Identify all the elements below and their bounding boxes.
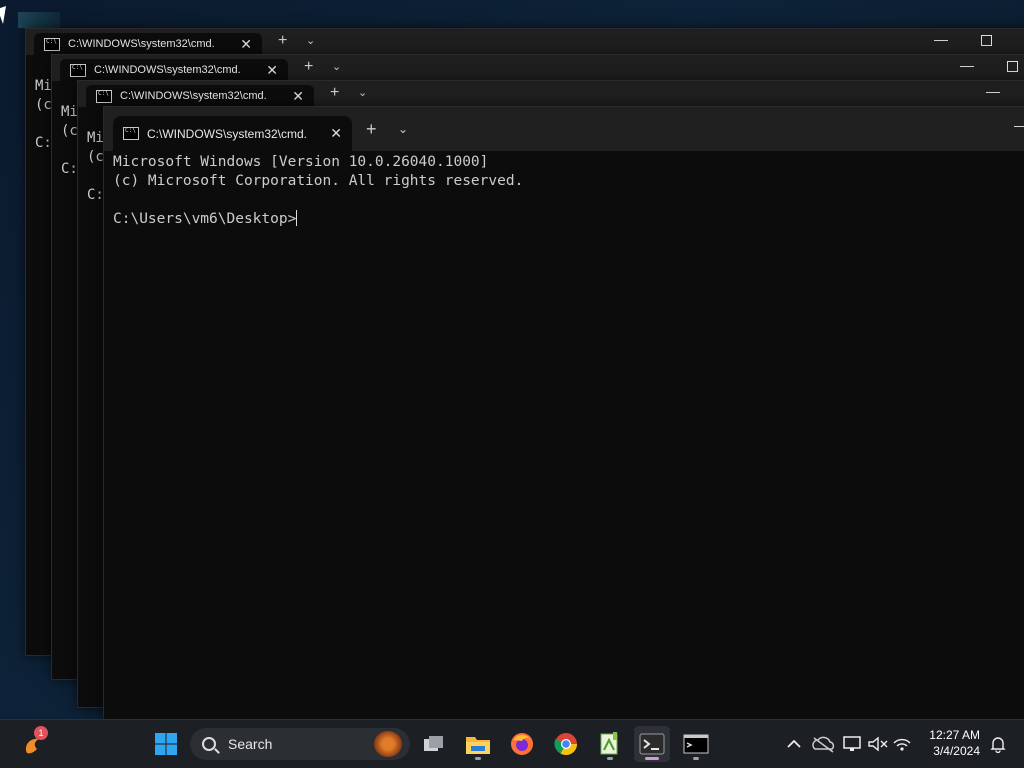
widgets-button[interactable]: 1 <box>16 726 52 762</box>
cmd-icon <box>123 127 139 140</box>
terminal-icon <box>639 733 665 755</box>
task-view-button[interactable] <box>416 726 452 762</box>
close-tab-icon[interactable]: ✕ <box>266 62 278 79</box>
clock-time: 12:27 AM <box>929 728 980 742</box>
widget-badge: 1 <box>34 726 48 740</box>
running-indicator <box>645 757 659 760</box>
new-tab-button[interactable]: + <box>278 32 287 50</box>
terminal-line-copyright: (c) Microsoft Corporation. All rights re… <box>113 173 524 189</box>
tab-title: C:\WINDOWS\system32\cmd. <box>120 90 267 102</box>
start-button[interactable] <box>148 726 184 762</box>
minimize-button[interactable]: — <box>1014 117 1024 133</box>
minimize-button[interactable]: — <box>934 31 948 47</box>
background-window-sliver <box>18 12 60 28</box>
clock-date: 3/4/2024 <box>933 744 980 758</box>
volume-muted-icon[interactable] <box>866 734 890 754</box>
dropdown-button[interactable]: ⌄ <box>398 122 408 136</box>
minimize-button[interactable]: — <box>986 83 1000 99</box>
clock[interactable]: 12:27 AM 3/4/2024 <box>929 727 980 759</box>
chrome-icon <box>554 733 577 755</box>
system-tray <box>780 720 914 768</box>
title-bar[interactable]: C:\WINDOWS\system32\cmd. ✕ + ⌄ — <box>104 107 1024 151</box>
cmd-icon <box>683 734 709 754</box>
search-box[interactable]: Search <box>190 728 410 760</box>
terminal-prompt: C:\Users\vm6\Desktop> <box>113 211 297 227</box>
desktop: C:\WINDOWS\system32\cmd. ✕ + ⌄ — Mi (c C… <box>0 0 1024 768</box>
tab-cmd[interactable]: C:\WINDOWS\system32\cmd. ✕ <box>86 85 314 107</box>
tab-title: C:\WINDOWS\system32\cmd. <box>94 64 241 76</box>
dropdown-button[interactable]: ⌄ <box>306 34 315 47</box>
terminal-window-active[interactable]: C:\WINDOWS\system32\cmd. ✕ + ⌄ — Microso… <box>103 106 1024 722</box>
terminal-line-version: Microsoft Windows [Version 10.0.26040.10… <box>113 154 489 170</box>
tab-title: C:\WINDOWS\system32\cmd. <box>68 38 215 50</box>
tab-cmd[interactable]: C:\WINDOWS\system32\cmd. ✕ <box>113 116 352 151</box>
network-icon[interactable] <box>840 734 866 754</box>
file-explorer-button[interactable] <box>460 726 496 762</box>
minimize-button[interactable]: — <box>960 57 974 73</box>
tab-cmd[interactable]: C:\WINDOWS\system32\cmd. ✕ <box>34 33 262 55</box>
running-indicator <box>607 757 613 760</box>
running-indicator <box>693 757 699 760</box>
running-indicator <box>475 757 481 760</box>
text-cursor <box>296 210 298 226</box>
start-icon <box>155 733 177 755</box>
tab-title: C:\WINDOWS\system32\cmd. <box>147 126 308 141</box>
notepad-plus-icon <box>600 732 618 755</box>
notepad-plus-button[interactable] <box>592 726 628 762</box>
task-view-icon <box>424 736 443 751</box>
cmd-icon <box>44 37 60 51</box>
new-tab-button[interactable]: + <box>330 84 339 102</box>
close-tab-icon[interactable]: ✕ <box>292 88 304 105</box>
tray-chevron-icon[interactable] <box>780 734 808 754</box>
title-bar[interactable]: C:\WINDOWS\system32\cmd. ✕ + ⌄ — <box>52 55 1024 81</box>
terminal-button[interactable] <box>634 726 670 762</box>
maximize-button[interactable] <box>1007 61 1018 72</box>
firefox-button[interactable] <box>504 726 540 762</box>
dropdown-button[interactable]: ⌄ <box>358 86 367 99</box>
taskbar: 1 Search 12:27 AM 3/4/2024 <box>0 719 1024 768</box>
title-bar[interactable]: C:\WINDOWS\system32\cmd. ✕ + ⌄ — <box>26 29 1024 55</box>
title-bar[interactable]: C:\WINDOWS\system32\cmd. ✕ + ⌄ — <box>78 81 1024 107</box>
onedrive-icon[interactable] <box>808 734 840 754</box>
maximize-button[interactable] <box>981 35 992 46</box>
terminal-output[interactable]: Microsoft Windows [Version 10.0.26040.10… <box>113 153 1024 721</box>
cmd-icon <box>70 63 86 77</box>
mouse-cursor <box>0 5 12 25</box>
new-tab-button[interactable]: + <box>366 119 377 140</box>
chrome-button[interactable] <box>548 726 584 762</box>
new-tab-button[interactable]: + <box>304 58 313 76</box>
wifi-icon[interactable] <box>890 734 914 754</box>
notifications-icon[interactable] <box>990 735 1006 753</box>
cmd-icon <box>96 89 112 103</box>
dropdown-button[interactable]: ⌄ <box>332 60 341 73</box>
file-explorer-icon <box>466 737 490 754</box>
search-icon <box>202 737 216 751</box>
firefox-icon <box>511 733 533 755</box>
search-label: Search <box>228 736 273 752</box>
close-tab-icon[interactable]: ✕ <box>330 125 342 142</box>
close-tab-icon[interactable]: ✕ <box>240 36 252 53</box>
tab-cmd[interactable]: C:\WINDOWS\system32\cmd. ✕ <box>60 59 288 81</box>
search-highlight-icon <box>374 731 402 757</box>
cmd-button[interactable] <box>678 726 714 762</box>
